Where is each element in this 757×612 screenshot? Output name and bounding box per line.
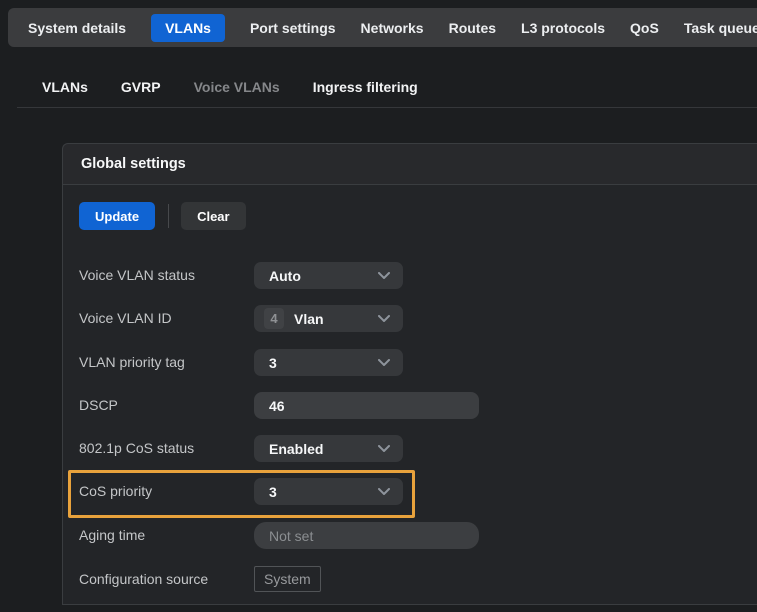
field-label: Configuration source (79, 566, 208, 593)
subtab-vlans[interactable]: VLANs (42, 79, 88, 95)
input-placeholder: Not set (269, 528, 313, 544)
row-dscp: DSCP 46 (79, 392, 757, 419)
chevron-down-icon (378, 359, 390, 367)
subtab-ingress-filtering[interactable]: Ingress filtering (313, 79, 418, 95)
tab-port-settings[interactable]: Port settings (250, 20, 336, 36)
row-aging-time: Aging time Not set (79, 522, 757, 549)
select-value: 3 (269, 484, 277, 500)
row-voice-vlan-status: Voice VLAN status Auto (79, 262, 757, 289)
select-value: Enabled (269, 441, 323, 457)
row-configuration-source: Configuration source System (79, 566, 757, 593)
cos-status-select[interactable]: Enabled (254, 435, 403, 462)
select-value: Vlan (294, 311, 324, 327)
tab-routes[interactable]: Routes (449, 20, 496, 36)
global-settings-panel: Global settings Update Clear Voice VLAN … (62, 143, 757, 605)
subtab-voice-vlans[interactable]: Voice VLANs (194, 79, 280, 95)
field-label: DSCP (79, 392, 118, 419)
field-label: Voice VLAN ID (79, 305, 172, 332)
select-value: Auto (269, 268, 301, 284)
tab-task-queue[interactable]: Task queue (684, 20, 757, 36)
chevron-down-icon (378, 445, 390, 453)
voice-vlan-status-select[interactable]: Auto (254, 262, 403, 289)
panel-title: Global settings (81, 156, 186, 172)
row-vlan-priority-tag: VLAN priority tag 3 (79, 349, 757, 376)
tab-qos[interactable]: QoS (630, 20, 659, 36)
input-value: 46 (269, 398, 285, 414)
field-label: CoS priority (79, 478, 152, 505)
chevron-down-icon (378, 488, 390, 496)
panel-header: Global settings (62, 143, 757, 185)
aging-time-input[interactable]: Not set (254, 522, 479, 549)
subnav-divider (17, 107, 757, 108)
tab-networks[interactable]: Networks (361, 20, 424, 36)
field-label: VLAN priority tag (79, 349, 185, 376)
dscp-input[interactable]: 46 (254, 392, 479, 419)
action-buttons: Update Clear (79, 202, 246, 230)
tab-l3-protocols[interactable]: L3 protocols (521, 20, 605, 36)
field-label: Aging time (79, 522, 145, 549)
cos-priority-select[interactable]: 3 (254, 478, 403, 505)
select-value: 3 (269, 355, 277, 371)
vlan-id-badge: 4 (264, 308, 284, 329)
update-button[interactable]: Update (79, 202, 155, 230)
chevron-down-icon (378, 272, 390, 280)
field-label: Voice VLAN status (79, 262, 195, 289)
voice-vlan-id-select[interactable]: 4 Vlan (254, 305, 403, 332)
top-navigation: System details VLANs Port settings Netwo… (8, 8, 757, 47)
readonly-value: System (264, 571, 311, 587)
configuration-source-value: System (254, 566, 321, 592)
field-label: 802.1p CoS status (79, 435, 194, 462)
tab-vlans[interactable]: VLANs (151, 14, 225, 42)
button-separator (168, 204, 169, 228)
vlan-priority-tag-select[interactable]: 3 (254, 349, 403, 376)
subtab-gvrp[interactable]: GVRP (121, 79, 161, 95)
sub-navigation: VLANs GVRP Voice VLANs Ingress filtering (42, 79, 418, 95)
tab-system-details[interactable]: System details (28, 20, 126, 36)
clear-button[interactable]: Clear (181, 202, 246, 230)
panel-body: Update Clear Voice VLAN status Auto Voic… (62, 185, 757, 605)
row-voice-vlan-id: Voice VLAN ID 4 Vlan (79, 305, 757, 332)
row-cos-priority: CoS priority 3 (79, 478, 757, 505)
chevron-down-icon (378, 315, 390, 323)
row-cos-status: 802.1p CoS status Enabled (79, 435, 757, 462)
